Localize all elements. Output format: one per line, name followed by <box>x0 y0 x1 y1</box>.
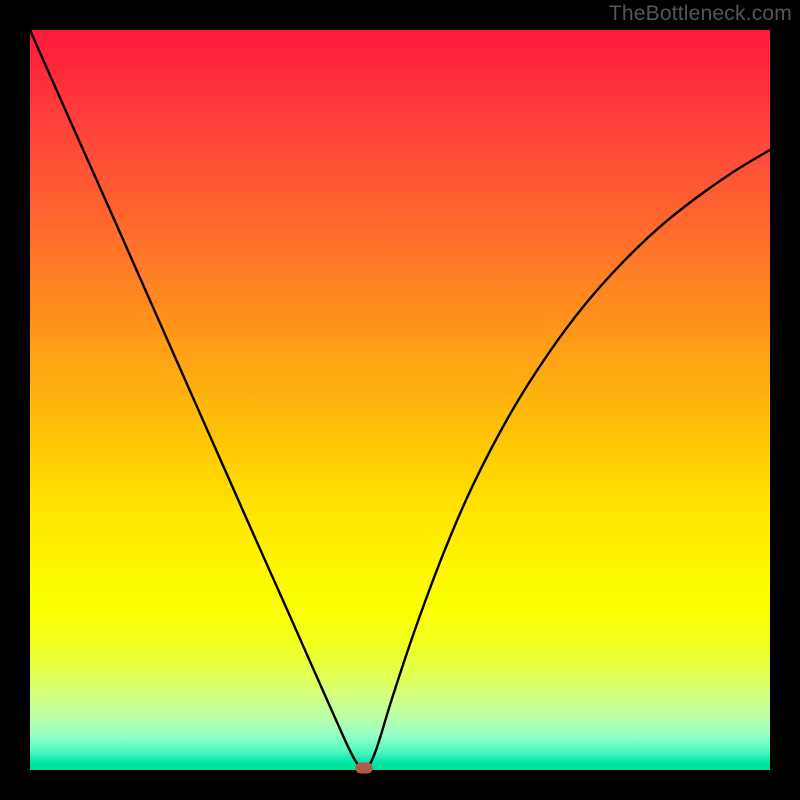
bottleneck-curve <box>30 30 770 770</box>
optimal-point-marker <box>356 762 373 773</box>
watermark-text: TheBottleneck.com <box>609 2 792 26</box>
plot-background-gradient <box>30 30 770 770</box>
